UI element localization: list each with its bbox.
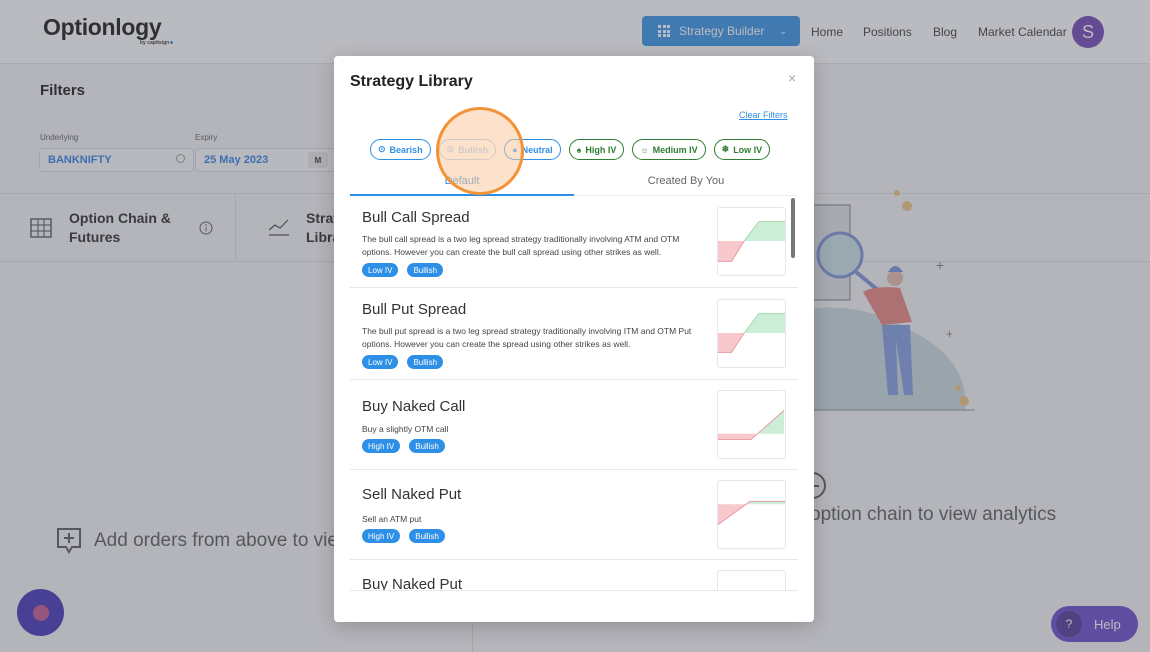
strategy-item[interactable]: Buy Naked Call Buy a slightly OTM call H… xyxy=(350,380,798,470)
chip-label: Bearish xyxy=(389,144,423,155)
tag: Bullish xyxy=(409,439,445,453)
tag: Bullish xyxy=(407,263,444,277)
payoff-chart-icon xyxy=(717,570,786,590)
strategy-description: The bull call spread is a two leg spread… xyxy=(362,234,680,257)
chip-bearish[interactable]: ⊙ Bearish xyxy=(370,139,431,160)
strategy-library-modal: Strategy Library × Clear Filters ⊙ Bearis… xyxy=(334,56,814,622)
tag: Bullish xyxy=(407,355,444,369)
chip-high-iv[interactable]: ♠ High IV xyxy=(568,139,625,160)
sun-icon: ☼ xyxy=(640,144,649,155)
payoff-chart-icon xyxy=(717,299,786,368)
close-icon[interactable]: × xyxy=(788,70,796,86)
chip-neutral[interactable]: ● Neutral xyxy=(504,139,561,160)
chip-label: Medium IV xyxy=(652,144,698,155)
payoff-chart-icon xyxy=(717,480,786,549)
chip-label: Neutral xyxy=(521,144,553,155)
arrow-down-circle-icon: ⊙ xyxy=(446,144,455,154)
strategy-item[interactable]: Sell Naked Put Sell an ATM put High IV B… xyxy=(350,470,798,560)
strategy-item[interactable]: Buy Naked Put xyxy=(350,560,798,590)
tab-default[interactable]: Default xyxy=(350,171,574,196)
chip-label: Bullish xyxy=(458,144,489,155)
strategy-tags: High IV Bullish xyxy=(362,439,445,453)
strategy-list: Bull Call Spread The bull call spread is… xyxy=(350,196,798,590)
strategy-title: Buy Naked Call xyxy=(362,398,466,415)
strategy-item[interactable]: Bull Put Spread The bull put spread is a… xyxy=(350,288,798,380)
strategy-description: Sell an ATM put xyxy=(362,514,422,524)
modal-title: Strategy Library xyxy=(350,73,473,90)
strategy-title: Bull Put Spread xyxy=(362,301,467,318)
tag: Bullish xyxy=(409,529,445,543)
tab-created-by-you[interactable]: Created By You xyxy=(574,171,798,196)
flame-icon: ♠ xyxy=(576,144,582,155)
tag: High IV xyxy=(362,529,401,543)
tag: Low IV xyxy=(362,355,399,369)
strategy-tags: Low IV Bullish xyxy=(362,355,444,369)
chip-low-iv[interactable]: ❄ Low IV xyxy=(713,139,771,160)
list-scrollbar[interactable] xyxy=(791,198,795,258)
chip-label: High IV xyxy=(585,144,617,155)
strategy-tags: High IV Bullish xyxy=(362,529,445,543)
strategy-tags: Low IV Bullish xyxy=(362,263,444,277)
snowflake-icon: ❄ xyxy=(721,144,730,154)
chip-bullish[interactable]: ⊙ Bullish xyxy=(438,139,497,160)
chip-medium-iv[interactable]: ☼ Medium IV xyxy=(632,139,706,160)
minus-circle-icon: ● xyxy=(512,144,518,155)
strategy-item[interactable]: Bull Call Spread The bull call spread is… xyxy=(350,196,798,288)
strategy-title: Sell Naked Put xyxy=(362,486,462,503)
payoff-chart-icon xyxy=(717,390,786,459)
payoff-chart-icon xyxy=(717,207,786,276)
clear-filters-link[interactable]: Clear Filters xyxy=(739,110,788,120)
list-bottom-divider xyxy=(350,590,798,591)
arrow-up-circle-icon: ⊙ xyxy=(378,144,386,154)
tag: Low IV xyxy=(362,263,399,277)
strategy-title: Bull Call Spread xyxy=(362,209,470,226)
strategy-title: Buy Naked Put xyxy=(362,576,463,590)
filter-chips: ⊙ Bearish ⊙ Bullish ● Neutral ♠ High IV ☼ Med… xyxy=(370,139,771,160)
chip-label: Low IV xyxy=(733,144,763,155)
strategy-description: The bull put spread is a two leg spread … xyxy=(362,326,692,349)
tag: High IV xyxy=(362,439,401,453)
strategy-description: Buy a slightly OTM call xyxy=(362,424,449,434)
